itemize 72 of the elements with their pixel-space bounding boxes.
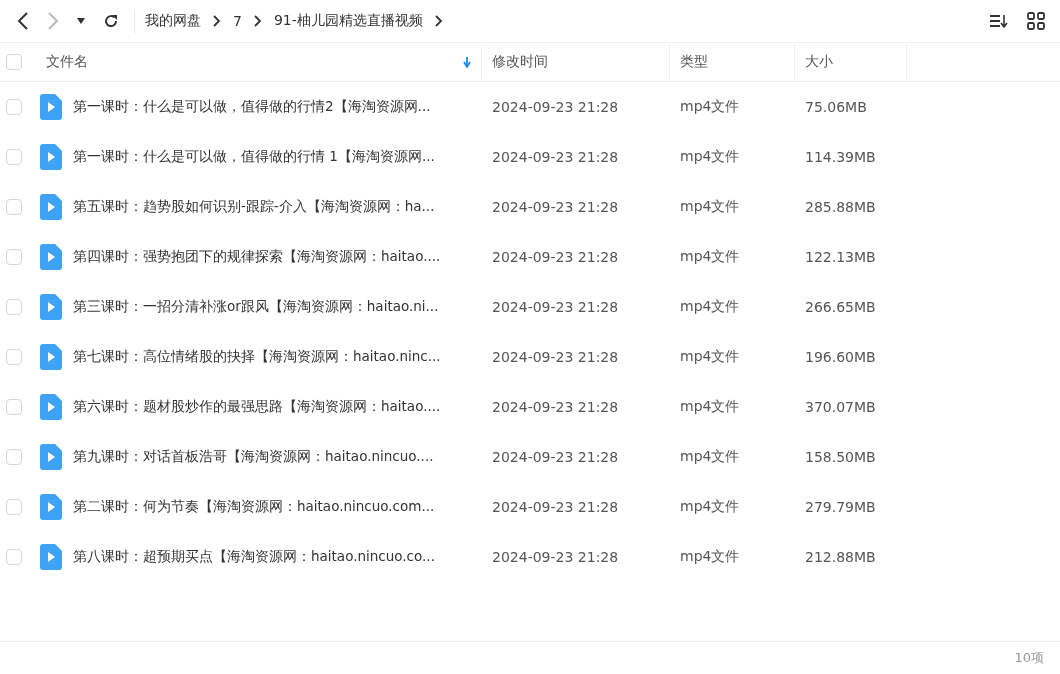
video-file-icon (40, 94, 62, 120)
file-type: mp4文件 (680, 498, 740, 514)
file-name[interactable]: 第七课时：高位情绪股的抉择【海淘资源网：haitao.ninc... (73, 348, 441, 366)
checkbox[interactable] (6, 199, 22, 215)
file-name[interactable]: 第一课时：什么是可以做，值得做的行情2【海淘资源网... (73, 98, 431, 116)
file-size: 370.07MB (805, 399, 876, 415)
file-type: mp4文件 (680, 148, 740, 164)
video-file-icon (40, 494, 62, 520)
file-size: 285.88MB (805, 199, 876, 215)
modified-time: 2024-09-23 21:28 (492, 399, 619, 415)
checkbox[interactable] (6, 54, 22, 70)
file-type: mp4文件 (680, 298, 740, 314)
file-size: 75.06MB (805, 99, 867, 115)
file-name[interactable]: 第四课时：强势抱团下的规律探索【海淘资源网：haitao.... (73, 248, 441, 266)
file-name[interactable]: 第八课时：超预期买点【海淘资源网：haitao.nincuo.co... (73, 548, 435, 566)
video-file-icon (40, 444, 62, 470)
video-file-icon (40, 144, 62, 170)
file-type: mp4文件 (680, 248, 740, 264)
modified-time: 2024-09-23 21:28 (492, 149, 619, 165)
column-header[interactable]: 文件名 (46, 43, 482, 81)
checkbox[interactable] (6, 249, 22, 265)
item-count: 10项 (1014, 649, 1044, 667)
file-size: 122.13MB (805, 249, 876, 265)
file-name[interactable]: 第五课时：趋势股如何识别-跟踪-介入【海淘资源网：ha... (73, 198, 435, 216)
file-name[interactable]: 第九课时：对话首板浩哥【海淘资源网：haitao.nincuo.... (73, 448, 434, 466)
chevron-icon (434, 15, 443, 27)
modified-time: 2024-09-23 21:28 (492, 449, 619, 465)
file-type: mp4文件 (680, 348, 740, 364)
breadcrumb-link[interactable]: 91-柚儿园精选直播视频 (273, 12, 423, 30)
file-size: 279.79MB (805, 499, 876, 515)
checkbox[interactable] (6, 349, 22, 365)
file-type: mp4文件 (680, 398, 740, 414)
video-file-icon (40, 344, 62, 370)
column-header[interactable]: 修改时间 (482, 43, 670, 81)
video-file-icon (40, 544, 62, 570)
modified-time: 2024-09-23 21:28 (492, 199, 619, 215)
file-type: mp4文件 (680, 448, 740, 464)
checkbox[interactable] (6, 149, 22, 165)
breadcrumb-link[interactable]: 7 (233, 13, 242, 29)
file-size: 114.39MB (805, 149, 876, 165)
breadcrumb-link[interactable]: 我的网盘 (145, 12, 201, 30)
file-name[interactable]: 第六课时：题材股炒作的最强思路【海淘资源网：haitao.... (73, 398, 441, 416)
file-type: mp4文件 (680, 198, 740, 214)
file-type: mp4文件 (680, 548, 740, 564)
file-size: 196.60MB (805, 349, 876, 365)
chevron-icon (253, 15, 262, 27)
video-file-icon (40, 194, 62, 220)
file-name[interactable]: 第三课时：一招分清补涨or跟风【海淘资源网：haitao.ni... (73, 298, 439, 316)
modified-time: 2024-09-23 21:28 (492, 299, 619, 315)
video-file-icon (40, 394, 62, 420)
checkbox[interactable] (6, 449, 22, 465)
modified-time: 2024-09-23 21:28 (492, 349, 619, 365)
file-size: 212.88MB (805, 549, 876, 565)
column-header[interactable]: 类型 (670, 43, 795, 81)
modified-time: 2024-09-23 21:28 (492, 249, 619, 265)
modified-time: 2024-09-23 21:28 (492, 499, 619, 515)
modified-time: 2024-09-23 21:28 (492, 549, 619, 565)
checkbox[interactable] (6, 399, 22, 415)
modified-time: 2024-09-23 21:28 (492, 99, 619, 115)
checkbox[interactable] (6, 99, 22, 115)
file-size: 266.65MB (805, 299, 876, 315)
file-name[interactable]: 第二课时：何为节奏【海淘资源网：haitao.nincuo.com... (73, 498, 435, 516)
file-name[interactable]: 第一课时：什么是可以做，值得做的行情 1【海淘资源网... (73, 148, 435, 166)
file-type: mp4文件 (680, 98, 740, 114)
checkbox[interactable] (6, 299, 22, 315)
checkbox[interactable] (6, 549, 22, 565)
chevron-icon (213, 15, 221, 27)
column-header[interactable]: 大小 (795, 43, 907, 81)
file-size: 158.50MB (805, 449, 876, 465)
video-file-icon (40, 244, 62, 270)
checkbox[interactable] (6, 499, 22, 515)
video-file-icon (40, 294, 62, 320)
